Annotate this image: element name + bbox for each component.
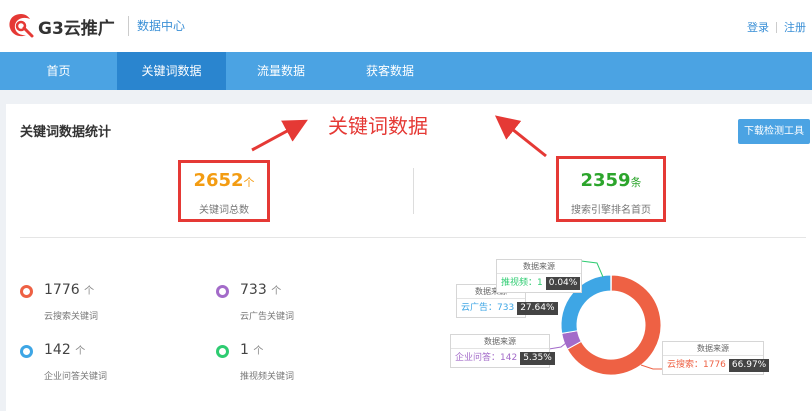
nav-item-customer-data[interactable]: 获客数据 bbox=[336, 52, 444, 90]
tooltip-text: 推视频：1 bbox=[501, 278, 543, 288]
tooltip-percent: 0.04% bbox=[545, 277, 581, 290]
section-subtitle[interactable]: 数据中心 bbox=[137, 17, 185, 34]
logo-text: G3云推广 bbox=[38, 18, 115, 39]
keyword-stats-panel: 关键词数据统计 下载检测工具 关键词数据 2652个 关键词总数 2359条 搜… bbox=[6, 104, 812, 411]
tooltip-cloud-search: 数据来源 云搜索：1776 66.97% bbox=[662, 341, 770, 375]
logo-divider bbox=[128, 16, 129, 36]
tooltip-enterprise-qa: 数据来源 企业问答：142 5.35% bbox=[450, 334, 555, 368]
tooltip-percent: 5.35% bbox=[520, 352, 555, 365]
main-nav: 首页 关键词数据 流量数据 获客数据 bbox=[0, 52, 812, 90]
logo-swirl-icon bbox=[6, 12, 36, 40]
tooltip-text: 企业问答：142 bbox=[455, 353, 518, 363]
tooltip-title: 数据来源 bbox=[497, 260, 581, 274]
tooltip-video: 数据来源 推视频：1 0.04% bbox=[496, 259, 582, 293]
tooltip-percent: 27.64% bbox=[517, 302, 558, 315]
top-bar: G3云推广 数据中心 登录 注册 bbox=[0, 0, 812, 52]
tooltip-text: 云广告：733 bbox=[461, 303, 515, 313]
nav-item-keyword-data[interactable]: 关键词数据 bbox=[117, 52, 226, 90]
donut-leader-line-2 bbox=[640, 364, 663, 370]
login-link[interactable]: 登录 bbox=[747, 19, 769, 35]
nav-item-home[interactable]: 首页 bbox=[0, 52, 117, 90]
nav-item-traffic-data[interactable]: 流量数据 bbox=[226, 52, 336, 90]
auth-divider bbox=[776, 21, 777, 33]
auth-links: 登录 注册 bbox=[747, 19, 806, 35]
tooltip-title: 数据来源 bbox=[663, 342, 763, 356]
logo[interactable]: G3云推广 bbox=[6, 12, 115, 40]
donut-slice-3[interactable] bbox=[610, 274, 612, 292]
tooltip-percent: 66.97% bbox=[728, 359, 770, 372]
register-link[interactable]: 注册 bbox=[784, 19, 806, 35]
tooltip-title: 数据来源 bbox=[451, 335, 549, 349]
donut-leader-line-0 bbox=[580, 260, 604, 278]
tooltip-text: 云搜索：1776 bbox=[667, 360, 726, 370]
